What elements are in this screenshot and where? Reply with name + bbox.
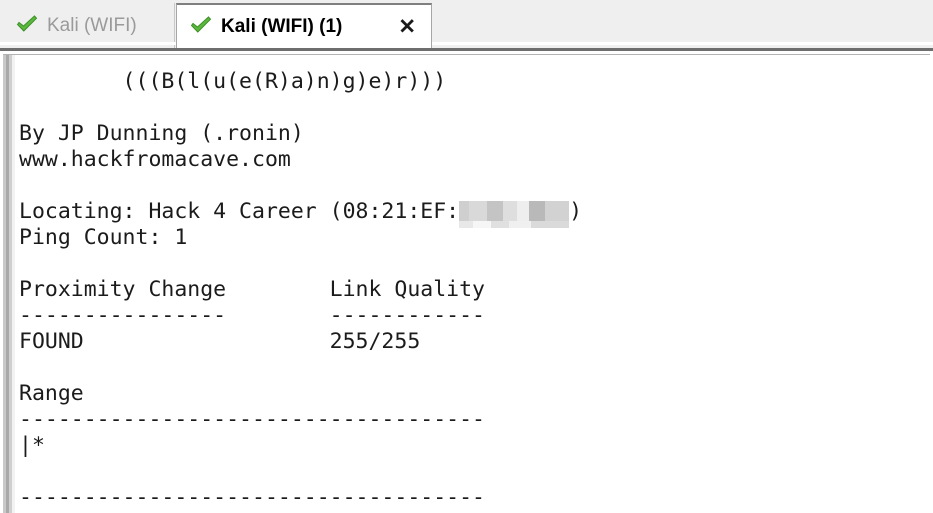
column-value-row: FOUND 255/255	[19, 329, 421, 354]
range-header: Range	[19, 381, 84, 406]
green-check-icon	[16, 14, 38, 37]
terminal-window: (((B(l(u(e(R)a)n)g)e)r))) By JP Dunning (…	[3, 54, 930, 513]
terminal-screen[interactable]: (((B(l(u(e(R)a)n)g)e)r))) By JP Dunning (…	[15, 55, 930, 512]
range-bar: |*	[19, 433, 45, 458]
banner-line: (((B(l(u(e(R)a)n)g)e)r)))	[19, 69, 447, 94]
ping-count-line: Ping Count: 1	[19, 225, 188, 250]
author-line: By JP Dunning (.ronin)	[19, 121, 304, 146]
green-check-icon	[190, 15, 212, 38]
locating-line: Locating: Hack 4 Career (08:21:EF:)	[19, 199, 930, 228]
mac-redaction-block	[459, 201, 570, 228]
column-header-row: Proximity Change Link Quality	[19, 277, 485, 302]
terminal-output: (((B(l(u(e(R)a)n)g)e)r))) By JP Dunning (…	[15, 55, 930, 512]
locating-prefix: Locating: Hack 4 Career (08:21:EF:	[19, 199, 460, 224]
tab-kali-wifi-1[interactable]: Kali (WIFI) (1) ✕	[176, 3, 432, 48]
tab-bar: Kali (WIFI) Kali (WIFI) (1) ✕	[0, 0, 933, 51]
tab-label: Kali (WIFI)	[47, 14, 137, 36]
range-top-rule: ------------------------------------	[19, 407, 485, 432]
column-rule-row: ---------------- ------------	[19, 303, 485, 328]
close-icon[interactable]: ✕	[398, 14, 416, 39]
range-bottom-rule: ------------------------------------	[19, 485, 485, 510]
locating-suffix: )	[569, 199, 583, 224]
terminal-scrollbar[interactable]	[3, 55, 15, 513]
tab-kali-wifi[interactable]: Kali (WIFI)	[3, 3, 175, 48]
tab-label: Kali (WIFI) (1)	[221, 15, 343, 37]
website-line: www.hackfromacave.com	[19, 147, 291, 172]
